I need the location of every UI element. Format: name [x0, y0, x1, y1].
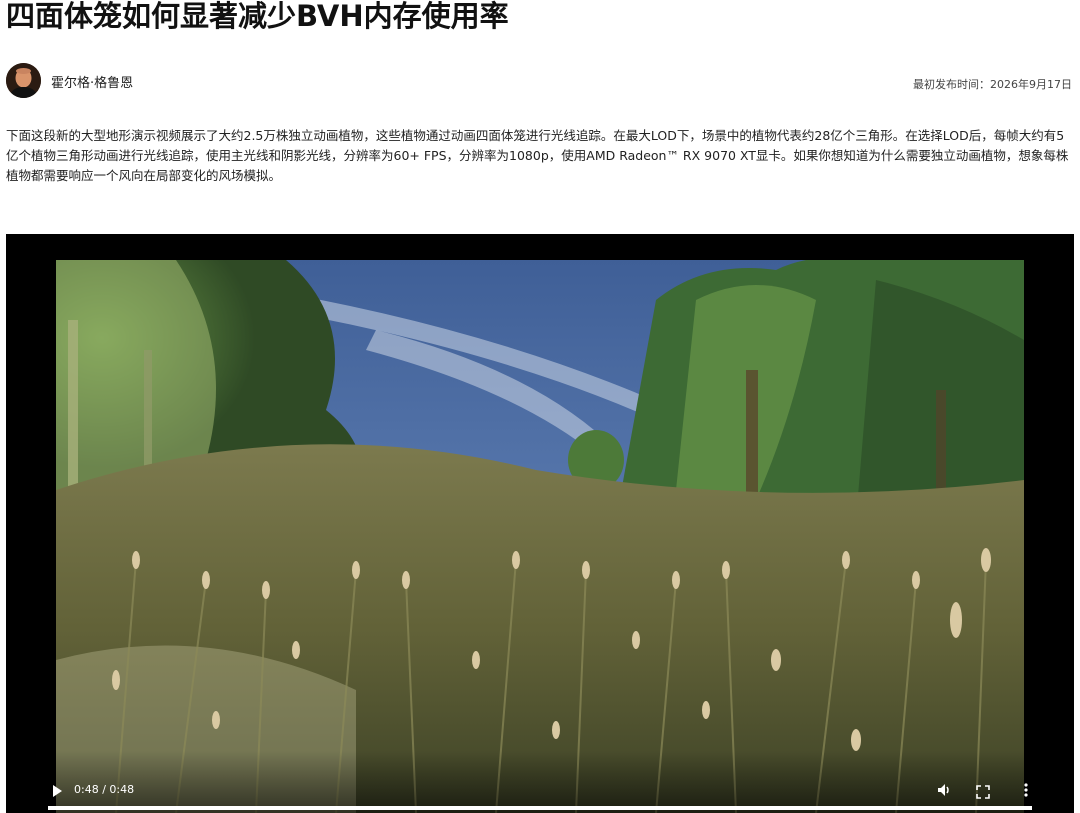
volume-icon[interactable] [936, 782, 952, 798]
fullscreen-icon[interactable] [976, 784, 990, 799]
video-player[interactable]: 0:48 / 0:48 [6, 234, 1074, 813]
progress-fill [48, 806, 1032, 810]
video-controls: 0:48 / 0:48 [6, 751, 1074, 813]
article-title: 四面体笼如何显著减少BVH内存使用率 [6, 0, 509, 33]
article-meta: 霍尔格·格鲁恩 最初发布时间：2026年9月17日 [6, 62, 1074, 100]
author-name[interactable]: 霍尔格·格鲁恩 [51, 72, 133, 91]
video-frame[interactable] [56, 260, 1024, 813]
play-icon[interactable] [50, 783, 64, 797]
time-display: 0:48 / 0:48 [74, 783, 135, 796]
author-avatar[interactable] [6, 63, 41, 98]
article-page: 四面体笼如何显著减少BVH内存使用率 霍尔格·格鲁恩 最初发布时间：2026年9… [0, 0, 1080, 813]
more-vert-icon[interactable] [1022, 782, 1030, 798]
progress-bar[interactable] [48, 806, 1032, 810]
publish-date: 最初发布时间：2026年9月17日 [913, 78, 1072, 91]
article-intro: 下面这段新的大型地形演示视频展示了大约2.5万株独立动画植物，这些植物通过动画四… [6, 128, 1069, 183]
